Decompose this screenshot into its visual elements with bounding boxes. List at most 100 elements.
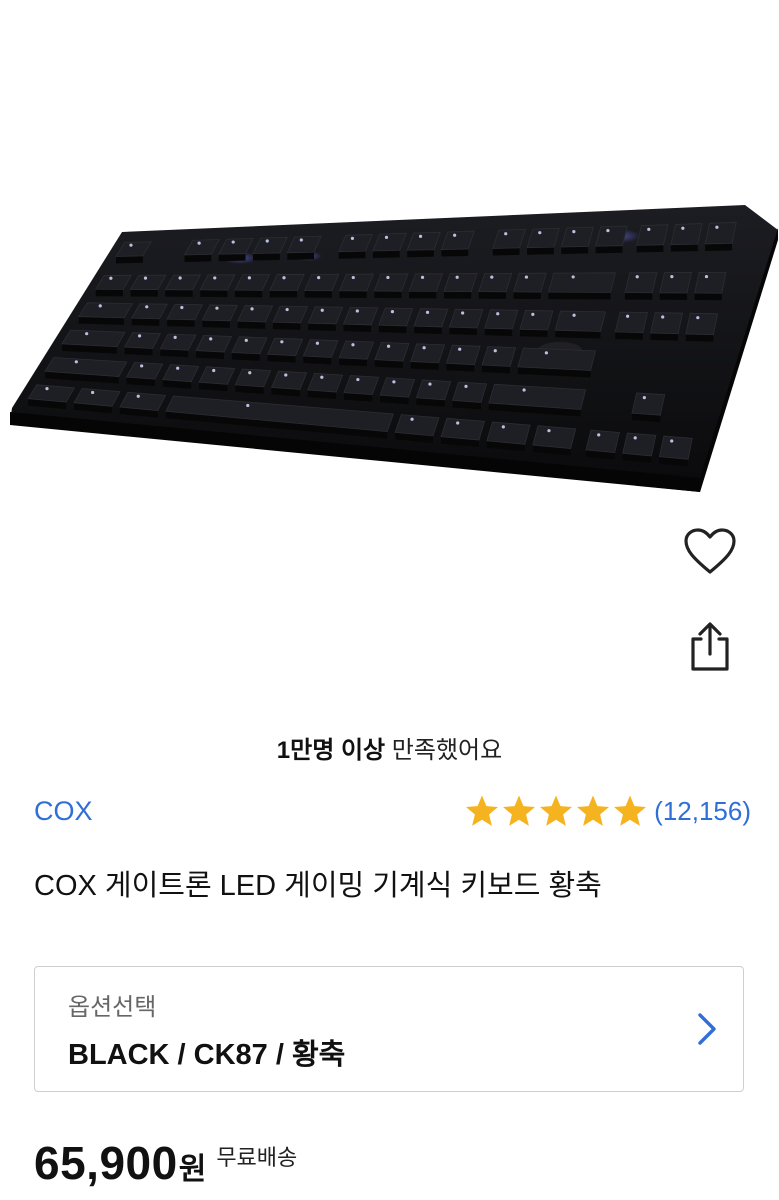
keycap-side xyxy=(478,291,506,299)
key-legend-glow xyxy=(176,366,180,370)
key-legend-glow xyxy=(635,275,639,279)
keycap-side xyxy=(409,291,437,299)
keycap xyxy=(624,272,658,294)
keycap-side xyxy=(443,291,472,299)
keycap-side xyxy=(449,327,477,335)
key-legend-glow xyxy=(212,368,216,373)
keycap-side xyxy=(339,290,367,298)
key-legend-glow xyxy=(392,380,396,384)
keycap-side xyxy=(202,320,230,328)
keycap-side xyxy=(237,321,266,329)
key-legend-glow xyxy=(386,344,391,348)
key-legend-glow xyxy=(461,311,465,315)
keycap-side xyxy=(304,290,332,298)
keycap-side xyxy=(527,247,554,255)
keycap xyxy=(492,228,526,249)
keycap xyxy=(486,421,531,445)
keycap xyxy=(378,307,414,327)
key-legend-glow xyxy=(490,275,494,279)
star-icon xyxy=(466,795,499,826)
key-legend-glow xyxy=(137,334,142,338)
keycap-side xyxy=(287,252,315,260)
key-legend-glow xyxy=(606,228,610,233)
product-title: COX 게이트론 LED 게이밍 기계식 키보드 황축 xyxy=(34,870,602,902)
key-legend-glow xyxy=(504,232,508,236)
keycap xyxy=(585,429,620,453)
keycap xyxy=(519,310,554,331)
key-legend-glow xyxy=(420,275,425,279)
key-legend-glow xyxy=(410,417,414,421)
key-legend-glow xyxy=(522,388,526,392)
keycap xyxy=(636,224,669,246)
key-legend-glow xyxy=(45,387,49,391)
keycap xyxy=(517,347,597,371)
keycap xyxy=(379,377,416,398)
key-legend-glow xyxy=(524,275,529,279)
key-legend-glow xyxy=(209,337,213,341)
keycap xyxy=(119,391,167,411)
keycap-side xyxy=(372,250,400,258)
keycap xyxy=(513,272,547,293)
key-legend-glow xyxy=(215,306,219,310)
key-legend-glow xyxy=(178,276,182,280)
keycap-side xyxy=(659,292,688,300)
keycap xyxy=(61,329,126,348)
key-legend-glow xyxy=(250,307,254,311)
key-legend-glow xyxy=(173,335,177,339)
keycap xyxy=(394,414,440,437)
key-legend-glow xyxy=(531,312,535,317)
keycap-side xyxy=(116,255,143,264)
keycap xyxy=(484,309,519,330)
key-legend-glow xyxy=(715,225,719,229)
key-legend-glow xyxy=(280,340,284,344)
keycap xyxy=(343,375,380,396)
keycap xyxy=(27,384,75,403)
review-count[interactable]: (12,156) xyxy=(654,796,751,827)
key-legend-glow xyxy=(299,238,303,242)
key-legend-glow xyxy=(453,233,457,237)
keycap-side xyxy=(548,292,611,300)
keycap-side xyxy=(492,247,520,256)
star-icon xyxy=(503,795,536,826)
key-legend-glow xyxy=(244,338,248,342)
option-selector[interactable]: 옵션선택 BLACK / CK87 / 황축 xyxy=(34,966,744,1092)
keycap-side xyxy=(165,289,193,297)
brand-link[interactable]: COX xyxy=(34,796,93,827)
keycap-side xyxy=(595,245,623,254)
keycap-side xyxy=(484,328,513,336)
keycap-side xyxy=(95,289,123,297)
keycap-side xyxy=(650,332,679,341)
keycap-side xyxy=(624,292,653,300)
key-legend-glow xyxy=(642,395,646,400)
share-icon[interactable] xyxy=(680,617,740,677)
key-legend-glow xyxy=(284,373,288,377)
key-legend-glow xyxy=(571,275,575,279)
key-legend-glow xyxy=(246,403,250,408)
rating-summary[interactable]: (12,156) xyxy=(464,794,751,828)
keycap-side xyxy=(513,291,541,300)
satisfaction-banner: 1만명 이상 만족했어요 xyxy=(0,730,779,765)
key-legend-glow xyxy=(647,227,651,231)
shipping-info: 무료배송 xyxy=(216,1145,298,1170)
key-legend-glow xyxy=(696,316,700,320)
keycap-side xyxy=(200,289,228,298)
key-legend-glow xyxy=(350,236,355,240)
key-legend-glow xyxy=(145,305,149,309)
key-legend-glow xyxy=(681,226,685,230)
keycap xyxy=(415,379,452,401)
key-legend-glow xyxy=(180,305,184,310)
keycap xyxy=(658,435,693,460)
price-row: 65,900 원 무료배송 xyxy=(34,1136,297,1190)
keycap xyxy=(307,372,344,393)
keycap-side xyxy=(407,249,434,258)
heart-outline-icon[interactable] xyxy=(680,522,740,582)
keycap-side xyxy=(378,325,407,333)
price-amount: 65,900 xyxy=(34,1137,178,1189)
keyboard-product-image xyxy=(10,205,778,492)
keycap-side xyxy=(519,329,548,337)
key-legend-glow xyxy=(704,274,709,279)
keycap xyxy=(78,302,133,319)
key-legend-glow xyxy=(633,436,637,440)
keycap-side xyxy=(670,244,698,252)
key-legend-glow xyxy=(386,275,390,280)
